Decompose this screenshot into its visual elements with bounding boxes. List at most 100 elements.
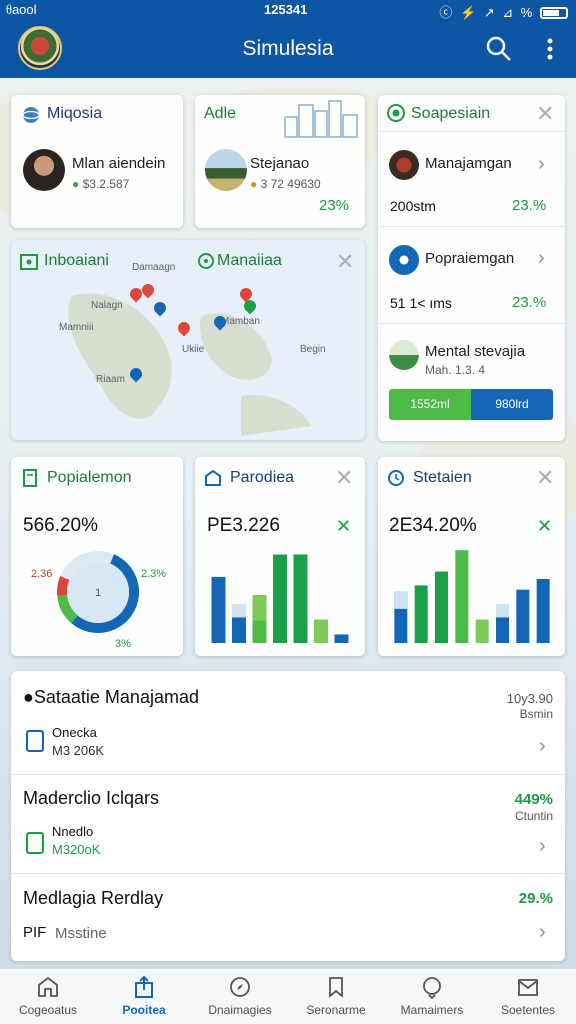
nav-item-bookmark[interactable]: Seronarme xyxy=(288,969,384,1024)
globe-icon xyxy=(22,107,40,123)
row-title: Maderclio Iclqars xyxy=(23,788,160,808)
check-icon: ✕ xyxy=(336,516,352,536)
row-sub-title: PIF xyxy=(23,924,47,941)
avatar xyxy=(389,340,419,370)
split-progress-bar[interactable]: 1552ml 980lrd xyxy=(389,389,553,420)
bar xyxy=(414,585,428,643)
search-icon[interactable] xyxy=(484,34,514,64)
close-icon[interactable]: ✕ xyxy=(335,467,353,489)
map-shapes xyxy=(68,293,311,436)
item-name: Manajamgan xyxy=(425,155,512,172)
close-icon[interactable]: ✕ xyxy=(536,103,554,125)
item-name: Popraiemgan xyxy=(425,250,515,267)
home-icon xyxy=(38,976,58,997)
bar xyxy=(455,550,469,643)
nav-item-mail[interactable]: Soetentes xyxy=(480,969,576,1024)
map-tab-left[interactable]: Inboaiani xyxy=(44,252,109,270)
row-sub-value: Msstine xyxy=(55,925,107,942)
bar xyxy=(334,634,349,643)
bar xyxy=(314,619,328,643)
map-label: Mamniii xyxy=(59,322,94,333)
app-bar: Simulesia xyxy=(0,20,576,78)
card-title: Soapesiain xyxy=(411,105,491,122)
bar-segment xyxy=(394,591,408,609)
bar xyxy=(536,579,550,643)
stat-card-stetaien[interactable]: Stetaien ✕ 2E34.20% ✕ xyxy=(378,457,565,656)
avatar xyxy=(389,150,419,180)
nav-item-home[interactable]: Cogeoatus xyxy=(0,969,96,1024)
nav-item-share[interactable]: Pooitea xyxy=(96,969,192,1024)
chevron-right-icon: › xyxy=(538,153,545,175)
split-right: 980lrd xyxy=(471,389,553,420)
profile-card-left[interactable]: Miqosia Mlan aiendein ● $3.2.587 xyxy=(11,95,183,228)
clock-icon xyxy=(388,470,404,486)
row-meta-sub: Bsmin xyxy=(519,707,553,721)
document-icon xyxy=(26,730,44,752)
status-icons: ⓒ ⚡ ↗ ⊿ % xyxy=(439,2,568,21)
row-title: ●Sataatie Manajamad xyxy=(23,687,199,707)
stat-card-population[interactable]: Popialemon 566.20% 1 2.36 2.3% 3% xyxy=(11,457,183,656)
card-title: Popialemon xyxy=(47,469,132,486)
nav-label: Cogeoatus xyxy=(18,1003,78,1017)
map-label: Nalagn xyxy=(91,300,123,311)
row-sub-title: Onecka xyxy=(52,725,97,740)
bar xyxy=(273,554,287,643)
stat-card-parodiea[interactable]: Parodiea ✕ PE3.226 ✕ xyxy=(195,457,365,656)
card-title: Adle xyxy=(204,105,237,122)
row-title: Medlagia Rerdlay xyxy=(23,888,164,908)
stat-value: 566.20% xyxy=(23,515,99,536)
nav-label: Pooitea xyxy=(122,1003,166,1017)
map-card[interactable]: Inboaiani Manaiiaa ✕ Damaagn Mamniii Beg… xyxy=(11,240,365,440)
city-icon xyxy=(284,100,358,138)
item-value: 200stm xyxy=(390,198,436,214)
chevron-right-icon: › xyxy=(539,735,546,757)
profile-card-middle[interactable]: Adle Stejanao ● 3 72 49630 23% xyxy=(195,95,365,228)
check-icon: ✕ xyxy=(537,516,553,536)
battery-icon xyxy=(540,7,568,19)
row-meta: 10y3.90 xyxy=(506,691,553,706)
close-icon[interactable]: ✕ xyxy=(336,251,354,273)
avatar xyxy=(389,245,419,275)
row-sub-title: Nnedlo xyxy=(52,824,94,839)
more-vertical-icon[interactable] xyxy=(538,34,562,64)
leaf-icon xyxy=(387,104,405,122)
divider xyxy=(378,323,565,324)
carrier-label: ᦲaool xyxy=(6,2,37,17)
row-sub-value: M3 206K xyxy=(52,743,105,758)
close-icon[interactable]: ✕ xyxy=(536,467,554,489)
nav-item-chat[interactable]: Mamaimers xyxy=(384,969,480,1024)
status-bar: ᦲaool 125341 ⓒ ⚡ ↗ ⊿ % xyxy=(0,0,576,20)
map-tab-right[interactable]: Manaiiaa xyxy=(217,252,282,270)
divider xyxy=(11,873,565,874)
bar xyxy=(516,589,530,643)
percent-value: 23% xyxy=(319,197,350,214)
split-left: 1552ml xyxy=(389,389,471,420)
map-icon xyxy=(20,254,38,270)
bar xyxy=(211,576,226,643)
nav-item-compass[interactable]: Dnaimagies xyxy=(192,969,288,1024)
chevron-right-icon: › xyxy=(538,247,545,269)
row-sub-value: M320oK xyxy=(52,842,101,857)
donut-slice xyxy=(57,576,70,597)
donut-center-label: 1 xyxy=(95,587,101,599)
divider xyxy=(378,226,565,227)
card-title: Miqosia xyxy=(47,105,103,122)
nav-label: Seronarme xyxy=(306,1003,366,1017)
chevron-right-icon: › xyxy=(539,835,546,857)
item-percent: 23.% xyxy=(512,294,547,311)
donut-chart: 1 xyxy=(57,551,139,633)
bar-chart xyxy=(211,554,349,643)
list-panel: ●Sataatie Manajamad 10y3.90 Bsmin Onecka… xyxy=(11,671,565,961)
bar xyxy=(475,619,489,643)
person-name: Stejanao xyxy=(250,155,310,172)
nav-label: Mamaimers xyxy=(400,1003,464,1017)
bottom-nav: Cogeoatus Pooitea Dnaimagies Seronarme M… xyxy=(0,968,576,1024)
card-title: Parodiea xyxy=(230,469,295,486)
avatar xyxy=(23,149,65,191)
document-icon xyxy=(26,832,44,854)
row-percent: 449% xyxy=(514,791,553,808)
stat-value: 2E34.20% xyxy=(389,515,477,536)
share-icon xyxy=(135,975,153,998)
nav-label: Dnaimagies xyxy=(208,1003,272,1017)
featured-name: Mental stevajia xyxy=(425,343,526,360)
